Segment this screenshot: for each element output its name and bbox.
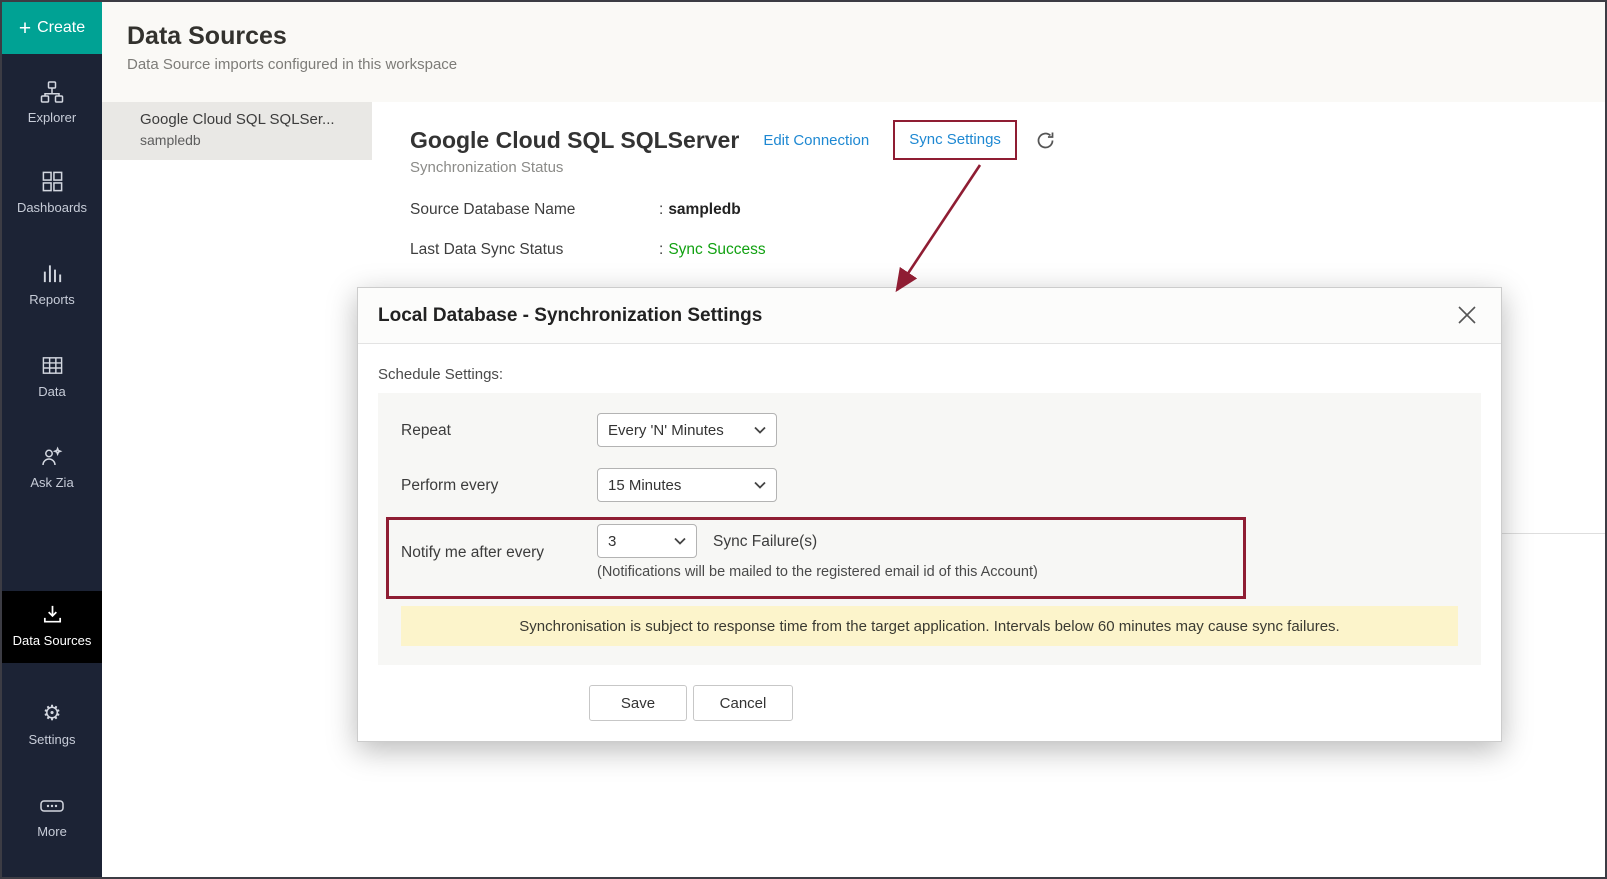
sidebar-item-settings[interactable]: ⚙ Settings (2, 702, 102, 748)
plus-icon: + (19, 18, 31, 39)
gear-icon: ⚙ (2, 702, 102, 728)
chevron-down-icon (754, 481, 766, 489)
create-button[interactable]: + Create (2, 2, 102, 54)
sidebar-item-data-sources[interactable]: Data Sources (2, 591, 102, 663)
page-subtitle: Data Source imports configured in this w… (127, 56, 457, 73)
source-database: sampledb (140, 132, 362, 148)
sidebar-item-reports[interactable]: Reports (2, 262, 102, 308)
detail-title: Google Cloud SQL SQLServer (410, 127, 739, 154)
field-label: Source Database Name (410, 201, 659, 219)
schedule-settings-label: Schedule Settings: (378, 366, 503, 383)
more-icon (2, 794, 102, 820)
repeat-select[interactable]: Every 'N' Minutes (597, 413, 777, 447)
field-label: Last Data Sync Status (410, 241, 659, 259)
colon: : (659, 241, 663, 259)
repeat-label: Repeat (401, 422, 451, 440)
cancel-button[interactable]: Cancel (693, 685, 793, 721)
divider (1502, 533, 1607, 534)
sidebar-item-label: Ask Zia (2, 475, 102, 491)
page-title: Data Sources (127, 22, 287, 51)
sidebar-item-more[interactable]: More (2, 794, 102, 840)
sidebar-item-label: Explorer (2, 110, 102, 126)
create-button-label: Create (37, 19, 85, 37)
app-window: + Create Explorer Dashboards Reports (0, 0, 1607, 879)
sidebar-item-label: Settings (2, 732, 102, 748)
sidebar-item-dashboards[interactable]: Dashboards (2, 170, 102, 216)
notify-count-value: 3 (608, 533, 616, 550)
notify-label: Notify me after every (401, 544, 544, 562)
field-source-database-name: Source Database Name : sampledb (410, 201, 741, 219)
close-icon[interactable] (1455, 303, 1479, 327)
repeat-select-value: Every 'N' Minutes (608, 422, 724, 439)
sync-settings-dialog: Local Database - Synchronization Setting… (357, 287, 1502, 742)
ask-zia-icon (2, 445, 102, 471)
sidebar-item-ask-zia[interactable]: Ask Zia (2, 445, 102, 491)
save-button[interactable]: Save (589, 685, 687, 721)
notify-note: (Notifications will be mailed to the reg… (597, 564, 1038, 580)
perform-every-select-value: 15 Minutes (608, 477, 681, 494)
notify-count-select[interactable]: 3 (597, 524, 697, 558)
list-item-google-cloud-sql[interactable]: Google Cloud SQL SQLSer... sampledb (102, 102, 372, 160)
page-header: Data Sources Data Source imports configu… (102, 2, 1605, 102)
sidebar-item-label: More (2, 824, 102, 840)
explorer-icon (2, 80, 102, 106)
data-source-list: Google Cloud SQL SQLSer... sampledb (102, 102, 372, 877)
refresh-icon[interactable] (1035, 130, 1056, 151)
sync-status-section-label: Synchronization Status (410, 159, 563, 176)
sync-failures-suffix: Sync Failure(s) (713, 533, 817, 551)
sidebar: + Create Explorer Dashboards Reports (2, 2, 102, 877)
sync-settings-link[interactable]: Sync Settings (909, 131, 1001, 148)
data-sources-icon (2, 603, 102, 629)
chevron-down-icon (754, 426, 766, 434)
field-value: sampledb (668, 201, 740, 219)
sidebar-item-explorer[interactable]: Explorer (2, 80, 102, 126)
edit-connection-link[interactable]: Edit Connection (763, 132, 869, 149)
perform-every-select[interactable]: 15 Minutes (597, 468, 777, 502)
data-table-icon (2, 354, 102, 380)
field-last-sync-status: Last Data Sync Status : Sync Success (410, 241, 766, 259)
colon: : (659, 201, 663, 219)
sync-settings-annotation-box: Sync Settings (893, 120, 1017, 160)
chevron-down-icon (674, 537, 686, 545)
sync-status-value: Sync Success (668, 241, 765, 259)
sidebar-item-label: Data Sources (2, 633, 102, 649)
dialog-titlebar: Local Database - Synchronization Setting… (358, 288, 1501, 344)
perform-every-label: Perform every (401, 477, 498, 495)
dashboards-icon (2, 170, 102, 196)
sidebar-item-data[interactable]: Data (2, 354, 102, 400)
reports-icon (2, 262, 102, 288)
dialog-title: Local Database - Synchronization Setting… (378, 305, 762, 327)
sidebar-item-label: Dashboards (2, 200, 102, 216)
sidebar-item-label: Reports (2, 292, 102, 308)
schedule-settings-panel: Repeat Every 'N' Minutes Perform every 1… (378, 393, 1481, 665)
sync-warning-banner: Synchronisation is subject to response t… (401, 606, 1458, 646)
source-name: Google Cloud SQL SQLSer... (140, 111, 362, 128)
sidebar-item-label: Data (2, 384, 102, 400)
